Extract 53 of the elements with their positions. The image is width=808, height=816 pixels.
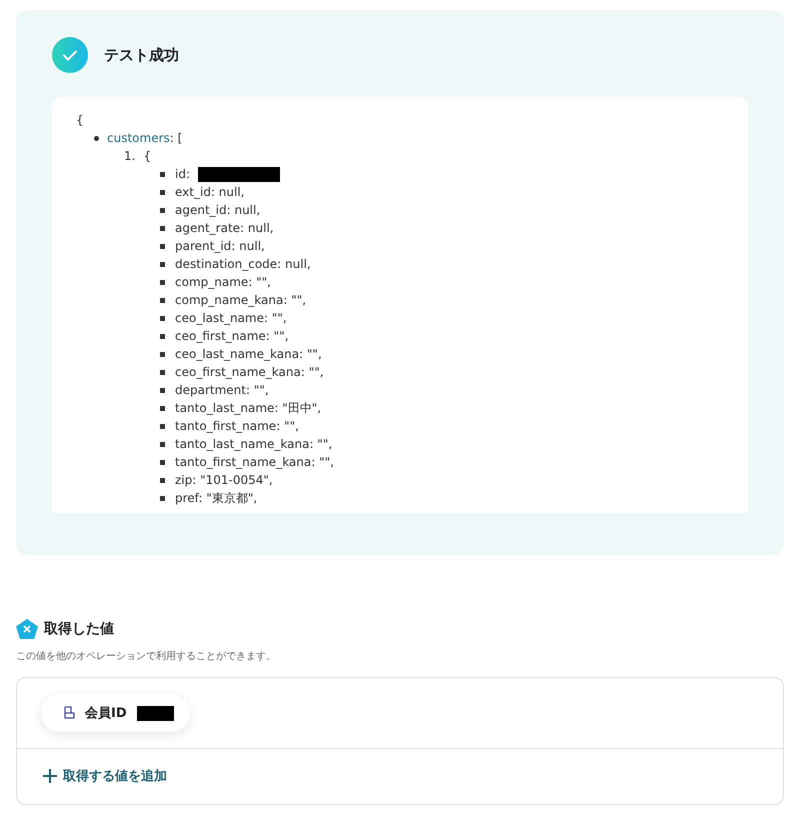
bullet-icon bbox=[160, 334, 165, 338]
code-text: ceo_last_name_kana: "", bbox=[175, 346, 322, 363]
bullet-icon bbox=[160, 478, 165, 482]
code-text: agent_rate: null, bbox=[175, 220, 274, 237]
bullet-icon bbox=[160, 280, 165, 284]
json-key: customers bbox=[107, 131, 170, 145]
bullet-icon bbox=[160, 352, 165, 356]
code-text: tanto_last_name_kana: "", bbox=[175, 436, 332, 453]
bullet-icon bbox=[160, 190, 165, 194]
code-text: { bbox=[76, 112, 84, 129]
bullet-icon bbox=[160, 424, 165, 428]
bullet-icon bbox=[160, 370, 165, 374]
bullet-icon bbox=[160, 316, 165, 320]
code-text: pref: "東京都", bbox=[175, 490, 258, 507]
code-text: { bbox=[143, 148, 152, 165]
code-text: 1. bbox=[124, 148, 136, 165]
bullet-icon bbox=[160, 406, 165, 410]
code-text: ext_id: null, bbox=[175, 184, 244, 201]
code-text: department: "", bbox=[175, 382, 269, 399]
plus-icon bbox=[43, 769, 57, 783]
code-text: ceo_first_name_kana: "", bbox=[175, 364, 324, 381]
variable-icon bbox=[16, 619, 38, 639]
bullet-icon bbox=[160, 262, 165, 266]
bullet-icon bbox=[160, 226, 165, 230]
bullet-icon bbox=[160, 172, 165, 176]
bullet-icon bbox=[160, 496, 165, 500]
bullet-icon bbox=[94, 136, 99, 140]
check-icon bbox=[52, 37, 88, 73]
result-title: テスト成功 bbox=[104, 46, 179, 64]
code-text: destination_code: null, bbox=[175, 256, 311, 273]
bullet-icon bbox=[160, 388, 165, 392]
code-text: comp_name: "", bbox=[175, 274, 271, 291]
code-text: ceo_first_name: "", bbox=[175, 328, 289, 345]
code-text: parent_id: null, bbox=[175, 238, 265, 255]
field-icon bbox=[63, 706, 75, 720]
code-text: tanto_first_name_kana: "", bbox=[175, 454, 334, 471]
code-text: comp_name_kana: "", bbox=[175, 292, 306, 309]
bullet-icon bbox=[160, 460, 165, 464]
code-text: tanto_last_name: "田中", bbox=[175, 400, 322, 417]
code-text: zip: "101-0054", bbox=[175, 472, 273, 489]
code-text: : [ bbox=[170, 131, 182, 145]
code-text: tanto_first_name: "", bbox=[175, 418, 299, 435]
bullet-icon bbox=[160, 208, 165, 212]
code-text: agent_id: null, bbox=[175, 202, 260, 219]
code-text: ceo_last_name: "", bbox=[175, 310, 287, 327]
bullet-icon bbox=[160, 442, 165, 446]
section-title: 取得した値 bbox=[44, 620, 114, 638]
bullet-icon bbox=[160, 244, 165, 248]
bullet-icon bbox=[160, 298, 165, 302]
section-description: この値を他のオペレーションで利用することができます。 bbox=[16, 650, 277, 663]
add-value-button[interactable]: 取得する値を追加 bbox=[43, 763, 167, 789]
value-chip[interactable]: 会員ID bbox=[41, 694, 190, 732]
code-text: id: bbox=[175, 166, 190, 183]
